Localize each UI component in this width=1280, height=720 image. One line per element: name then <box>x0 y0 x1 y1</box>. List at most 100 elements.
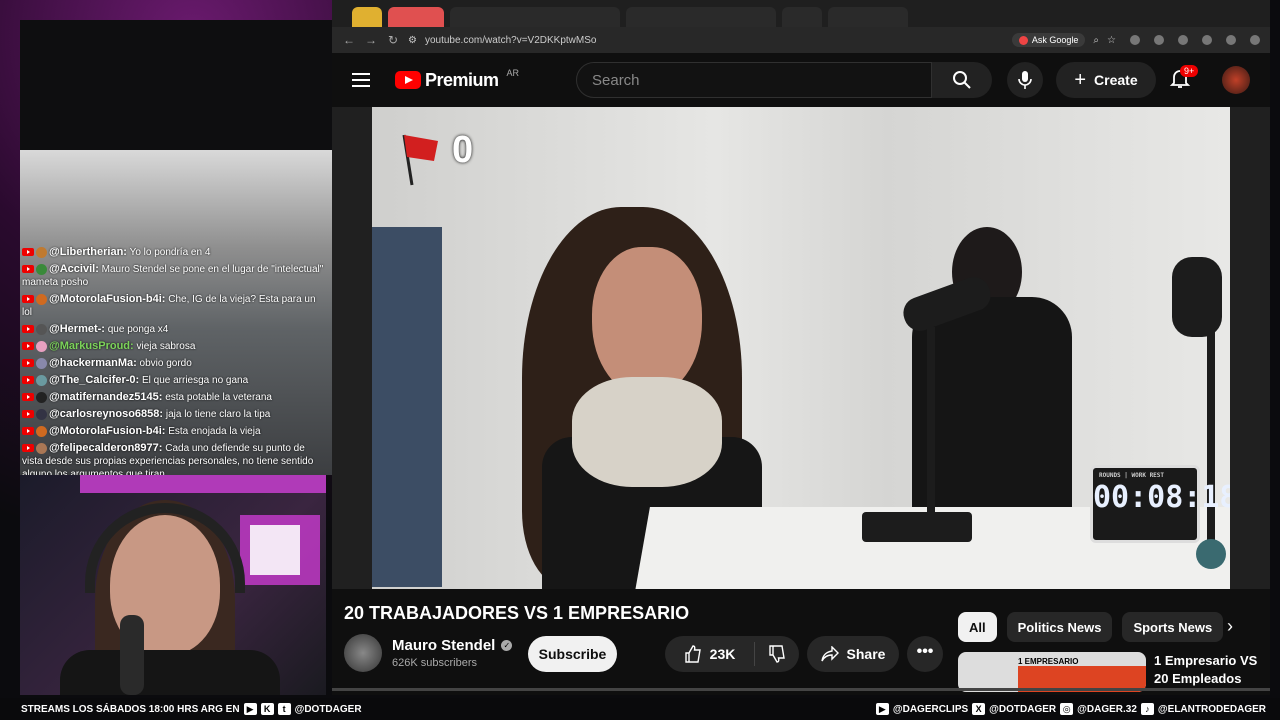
instagram-icon: ◎ <box>1060 703 1074 715</box>
tiktok-icon: ♪ <box>1140 703 1154 715</box>
chat-username: @Accivil: <box>49 263 99 275</box>
channel-avatar[interactable] <box>344 634 382 672</box>
share-button[interactable]: Share <box>807 636 899 672</box>
browser-tab[interactable] <box>352 7 382 27</box>
extension-icon[interactable] <box>1202 35 1212 45</box>
chat-avatar <box>36 246 47 258</box>
chat-text: Esta enojada la vieja <box>168 426 261 437</box>
chat-text: obvio gordo <box>139 358 192 369</box>
recommended-video[interactable]: 1 EMPRESARIO 1 Empresario VS 20 Empleado… <box>958 652 1268 692</box>
youtube-icon <box>22 427 34 436</box>
chat-username: @MarkusProud: <box>49 340 134 352</box>
scrollbar[interactable] <box>332 688 1270 691</box>
extension-icon[interactable] <box>1178 35 1188 45</box>
red-flag-icon <box>402 134 438 186</box>
forward-icon[interactable]: → <box>364 33 378 47</box>
google-lens-icon <box>1018 35 1028 45</box>
ask-google-button[interactable]: Ask Google <box>1011 33 1086 47</box>
more-actions-button[interactable]: ••• <box>907 636 943 672</box>
browser-window: ← → ↻ ⚙ youtube.com/watch?v=V2DKKptwMSo … <box>332 0 1270 695</box>
chat-message: @MarkusProud: vieja sabrosa <box>22 340 328 353</box>
browser-tab[interactable] <box>782 7 822 27</box>
youtube-icon: ▶ <box>875 703 889 715</box>
subscriber-count: 626K subscribers <box>392 657 477 669</box>
channel-watermark <box>1196 539 1226 569</box>
url-field[interactable]: ⚙ youtube.com/watch?v=V2DKKptwMSo Ask Go… <box>408 30 1116 50</box>
browser-tab[interactable] <box>828 7 908 27</box>
person-left <box>372 227 442 587</box>
chat-username: @matifernandez5145: <box>49 391 163 403</box>
bookmark-star-icon[interactable]: ☆ <box>1107 35 1116 46</box>
chat-text: Yo lo pondría en 4 <box>129 247 211 258</box>
zoom-icon[interactable]: ⌕ <box>1093 35 1099 46</box>
chip-sports-news[interactable]: Sports News <box>1122 612 1224 642</box>
browser-tab[interactable] <box>388 7 444 27</box>
recommended-title[interactable]: 1 Empresario VS 20 Empleados <box>1154 652 1264 692</box>
chat-avatar <box>36 340 47 352</box>
chat-text: que ponga x4 <box>107 324 169 335</box>
browser-tab[interactable] <box>450 7 620 27</box>
channel-name-row[interactable]: Mauro Stendel ✓ <box>392 637 513 654</box>
recommended-thumbnail[interactable]: 1 EMPRESARIO <box>958 652 1146 692</box>
site-info-icon[interactable]: ⚙ <box>408 35 417 46</box>
browser-tab[interactable] <box>626 7 776 27</box>
chat-message: @The_Calcifer-0: El que arriesga no gana <box>22 374 328 387</box>
search-button[interactable] <box>932 62 992 98</box>
subscribe-button[interactable]: Subscribe <box>528 636 617 672</box>
flag-count: 0 <box>452 129 474 171</box>
live-chat: @Libertherian: Yo lo pondría en 4 @Accivi… <box>22 246 328 485</box>
microphone-stand <box>1172 257 1222 337</box>
chat-message: @Libertherian: Yo lo pondría en 4 <box>22 246 328 259</box>
microphone-icon <box>1018 71 1032 89</box>
youtube-icon: ▶ <box>243 703 257 715</box>
account-avatar[interactable] <box>1222 66 1250 94</box>
chat-avatar <box>36 425 47 437</box>
video-player[interactable]: ROUNDS | WORK REST 00:08:18 0 <box>372 107 1230 589</box>
chat-avatar <box>36 293 47 305</box>
recommendation-chips: All Politics News Sports News <box>958 612 1224 642</box>
chat-avatar <box>36 391 47 403</box>
url-text[interactable]: youtube.com/watch?v=V2DKKptwMSo <box>425 35 596 46</box>
neon-light <box>80 475 326 493</box>
youtube-icon <box>22 359 34 368</box>
youtube-premium-logo[interactable]: Premium AR <box>395 68 519 91</box>
chat-username: @Libertherian: <box>49 246 127 258</box>
create-button[interactable]: + Create <box>1056 62 1156 98</box>
youtube-play-icon <box>395 71 421 89</box>
ticker-right: ▶ @DAGERCLIPS X @DOTDAGER ◎ @DAGER.32 ♪ … <box>875 703 1266 715</box>
voice-search-button[interactable] <box>1007 62 1043 98</box>
chat-avatar <box>36 408 47 420</box>
chat-message: @matifernandez5145: esta potable la vete… <box>22 391 328 404</box>
extension-icon[interactable] <box>1130 35 1140 45</box>
like-button[interactable]: 23K <box>665 642 755 666</box>
chat-text: vieja sabrosa <box>136 341 196 352</box>
chat-avatar <box>36 323 47 335</box>
chat-message: @hackermanMa: obvio gordo <box>22 357 328 370</box>
reload-icon[interactable]: ↻ <box>386 33 400 47</box>
extension-icon[interactable] <box>1154 35 1164 45</box>
chevron-right-icon[interactable]: › <box>1227 616 1233 637</box>
youtube-icon <box>22 325 34 334</box>
chip-all[interactable]: All <box>958 612 997 642</box>
extension-icon[interactable] <box>1226 35 1236 45</box>
like-dislike-bar: 23K <box>665 636 799 672</box>
kick-icon: K <box>260 703 274 715</box>
stream-overlay-panel <box>20 20 332 150</box>
search-input[interactable]: Search <box>576 62 932 98</box>
microphone-stand <box>862 512 972 542</box>
youtube-icon <box>22 444 34 453</box>
youtube-icon <box>22 265 34 274</box>
chat-avatar <box>36 442 47 454</box>
dislike-button[interactable] <box>755 645 799 663</box>
chat-username: @Hermet-: <box>49 323 105 335</box>
woman-background <box>912 227 1072 527</box>
youtube-icon <box>22 248 34 257</box>
menu-icon[interactable] <box>352 73 370 87</box>
headset <box>85 503 245 593</box>
chat-username: @felipecalderon8977: <box>49 442 163 454</box>
back-icon[interactable]: ← <box>342 33 356 47</box>
chat-username: @The_Calcifer-0: <box>49 374 140 386</box>
chip-politics-news[interactable]: Politics News <box>1006 612 1113 642</box>
extension-icon[interactable] <box>1250 35 1260 45</box>
plus-icon: + <box>1074 68 1087 91</box>
